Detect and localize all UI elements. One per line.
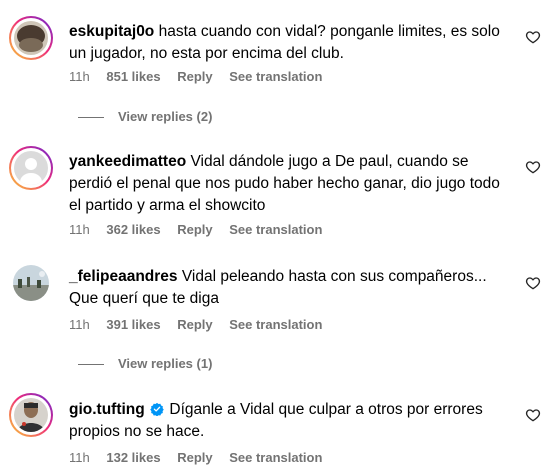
comment-text: yankeedimatteo Vidal dándole jugo a De p…	[69, 151, 509, 217]
timestamp: 11h	[69, 450, 90, 465]
avatar[interactable]	[13, 265, 49, 301]
comment-meta: 11h 362 likes Reply See translation	[69, 222, 335, 237]
reply-button[interactable]: Reply	[177, 69, 212, 84]
divider-line	[78, 364, 104, 366]
see-translation-button[interactable]: See translation	[229, 317, 322, 332]
username[interactable]: yankeedimatteo	[69, 153, 186, 170]
avatar-image	[14, 21, 48, 55]
see-translation-button[interactable]: See translation	[229, 222, 322, 237]
view-replies-label: View replies (2)	[118, 109, 213, 124]
avatar-image	[14, 151, 48, 185]
heart-outline-icon[interactable]	[525, 29, 541, 45]
avatar-image	[14, 398, 48, 432]
reply-button[interactable]: Reply	[177, 222, 212, 237]
heart-outline-icon[interactable]	[525, 159, 541, 175]
username[interactable]: eskupitaj0o	[69, 23, 154, 40]
view-replies-label: View replies (1)	[118, 356, 213, 371]
timestamp: 11h	[69, 317, 90, 332]
verified-badge-icon	[150, 402, 164, 416]
heart-outline-icon[interactable]	[525, 275, 541, 291]
view-replies-button[interactable]: View replies (1)	[78, 356, 212, 371]
timestamp: 11h	[69, 222, 90, 237]
reply-button[interactable]: Reply	[177, 450, 212, 465]
comment-text: gio.tufting Díganle a Vidal que culpar a…	[69, 399, 509, 443]
likes-count[interactable]: 362 likes	[106, 222, 160, 237]
see-translation-button[interactable]: See translation	[229, 69, 322, 84]
heart-outline-icon[interactable]	[525, 407, 541, 423]
avatar[interactable]	[9, 393, 53, 437]
comment-text: eskupitaj0o hasta cuando con vidal? pong…	[69, 21, 509, 65]
username[interactable]: _felipeaandres	[69, 268, 178, 285]
reply-button[interactable]: Reply	[177, 317, 212, 332]
see-translation-button[interactable]: See translation	[229, 450, 322, 465]
avatar[interactable]	[9, 146, 53, 190]
avatar[interactable]	[9, 16, 53, 60]
username[interactable]: gio.tufting	[69, 401, 145, 418]
view-replies-button[interactable]: View replies (2)	[78, 109, 212, 124]
comment-meta: 11h 132 likes Reply See translation	[69, 450, 335, 465]
timestamp: 11h	[69, 69, 90, 84]
likes-count[interactable]: 391 likes	[106, 317, 160, 332]
likes-count[interactable]: 851 likes	[106, 69, 160, 84]
divider-line	[78, 117, 104, 119]
comment-meta: 11h 851 likes Reply See translation	[69, 69, 335, 84]
likes-count[interactable]: 132 likes	[106, 450, 160, 465]
comment-meta: 11h 391 likes Reply See translation	[69, 317, 335, 332]
comment-text: _felipeaandres Vidal peleando hasta con …	[69, 266, 509, 310]
